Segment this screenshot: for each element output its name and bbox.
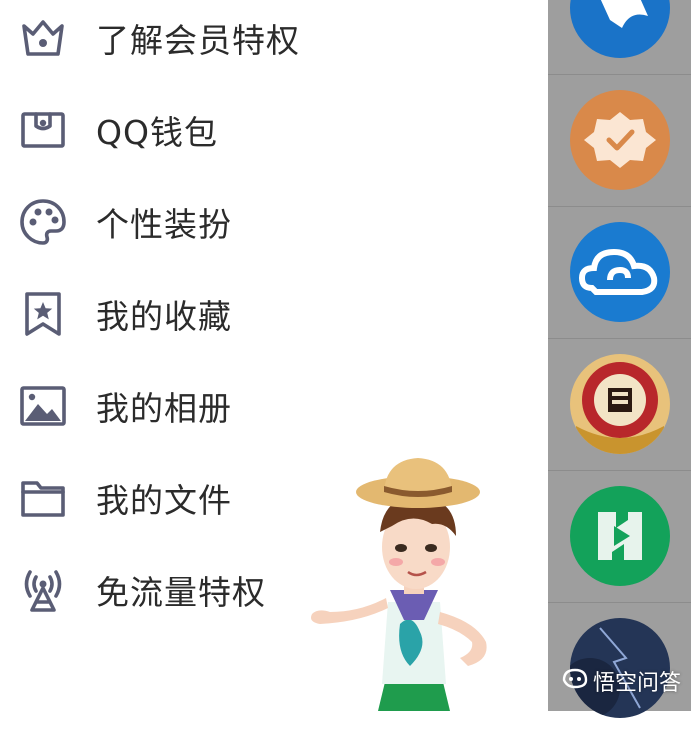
app-shortcut[interactable] [548,470,691,603]
palette-icon [19,198,67,246]
badge-check-icon [570,90,670,190]
app-shortcut[interactable] [548,0,691,75]
menu-item-albums[interactable]: 我的相册 [0,360,548,452]
wukong-watermark: 悟空问答 [561,665,681,697]
app-shortcuts-panel [548,0,691,718]
menu-item-qq-wallet[interactable]: QQ钱包 [0,84,548,176]
wukong-logo-icon [561,666,589,696]
crown-icon [19,14,67,62]
photo-icon [19,382,67,430]
red-gold-emblem-icon [570,354,670,454]
menu-item-label: 我的文件 [96,481,232,520]
app-shortcut[interactable] [548,206,691,339]
folder-icon [19,474,67,522]
watermark-text: 悟空问答 [592,671,681,696]
menu-item-label: QQ钱包 [96,113,218,152]
menu-item-label: 我的收藏 [96,297,232,336]
blue-bird-icon [570,0,670,58]
green-n-play-icon [570,486,670,586]
menu-item-label: 了解会员特权 [96,21,300,60]
app-shortcut[interactable] [548,338,691,471]
side-drawer-menu: 了解会员特权 QQ钱包 个性装扮 我的收藏 我的相册 我的文件 免流量特权 [0,0,548,711]
menu-item-vip-privileges[interactable]: 了解会员特权 [0,0,548,84]
menu-item-personalize[interactable]: 个性装扮 [0,176,548,268]
bookmark-star-icon [19,290,67,338]
menu-item-label: 个性装扮 [96,205,232,244]
broadcast-icon [19,566,67,614]
wallet-icon [19,106,67,154]
cartoon-character-illustration [300,452,530,711]
menu-item-favorites[interactable]: 我的收藏 [0,268,548,360]
app-shortcut[interactable] [548,74,691,207]
cloud-icon [570,222,670,322]
menu-item-label: 我的相册 [96,389,232,428]
menu-item-label: 免流量特权 [96,573,266,612]
